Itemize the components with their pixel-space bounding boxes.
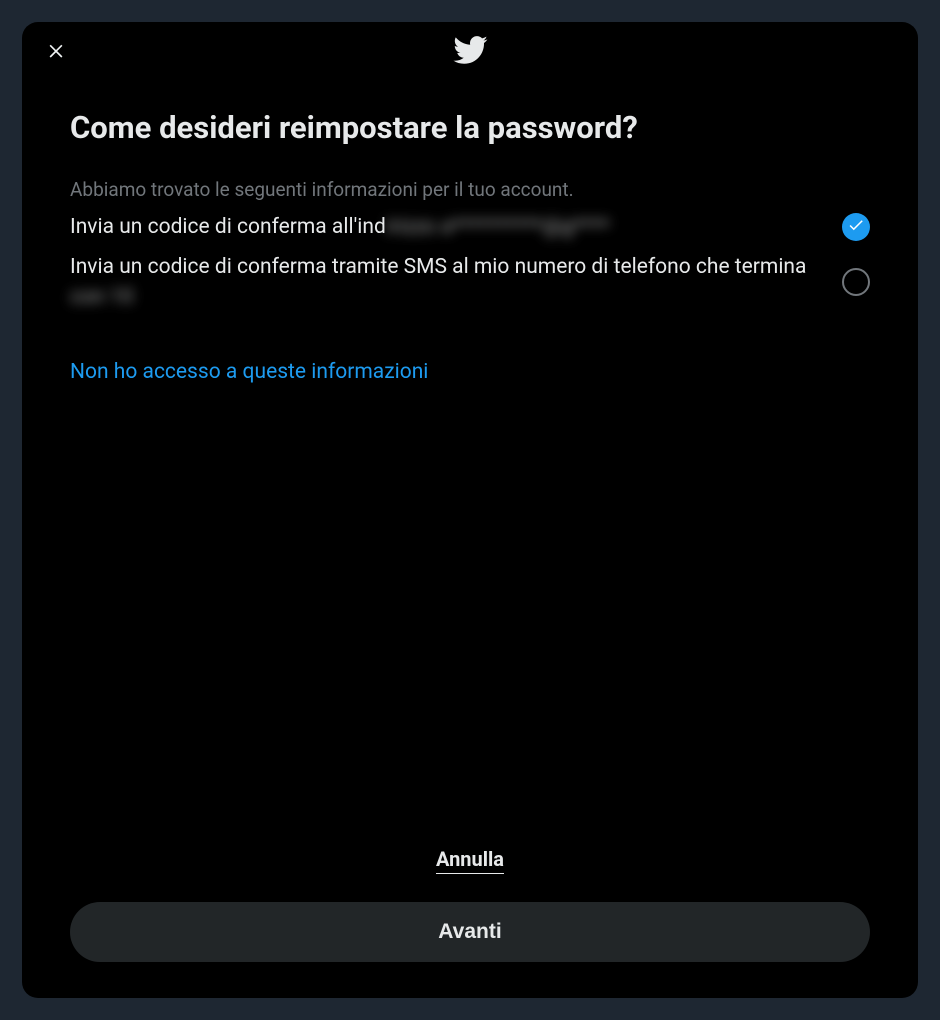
checkmark-icon (847, 216, 865, 238)
modal-header (22, 22, 918, 82)
page-title: Come desideri reimpostare la password? (70, 110, 870, 146)
modal-body: Come desideri reimpostare la password? A… (22, 82, 918, 847)
option-sms[interactable]: Invia un codice di conferma tramite SMS … (70, 252, 870, 312)
option-email-prefix: Invia un codice di conferma all'ind (70, 215, 386, 239)
page-subtitle: Abbiamo trovato le seguenti informazioni… (70, 176, 870, 204)
no-access-link[interactable]: Non ho accesso a queste informazioni (70, 358, 428, 386)
option-email-masked: irizzo a**********@g**** (386, 215, 610, 239)
option-sms-text: Invia un codice di conferma tramite SMS … (70, 252, 822, 312)
option-sms-prefix: Invia un codice di conferma tramite SMS … (70, 255, 806, 279)
radio-sms[interactable] (842, 268, 870, 296)
radio-email[interactable] (842, 213, 870, 241)
option-sms-masked: con 10 (70, 285, 133, 309)
cancel-button[interactable]: Annulla (436, 847, 504, 874)
close-icon (46, 40, 66, 64)
option-email[interactable]: Invia un codice di conferma all'indirizz… (70, 212, 870, 242)
twitter-logo-icon (452, 32, 488, 72)
modal-footer: Annulla Avanti (22, 847, 918, 998)
close-button[interactable] (38, 34, 74, 70)
password-reset-modal: Come desideri reimpostare la password? A… (22, 22, 918, 998)
option-email-text: Invia un codice di conferma all'indirizz… (70, 212, 822, 242)
next-button[interactable]: Avanti (70, 902, 870, 962)
